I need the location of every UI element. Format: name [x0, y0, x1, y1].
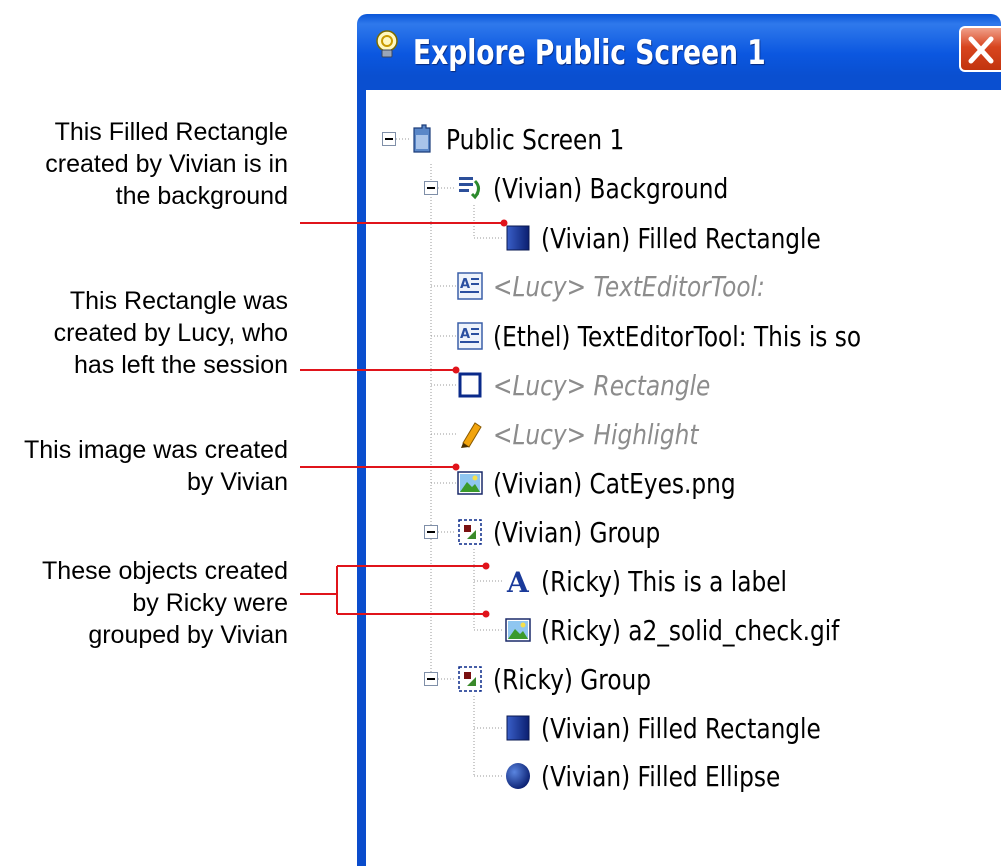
annotation-connectors	[300, 219, 508, 618]
